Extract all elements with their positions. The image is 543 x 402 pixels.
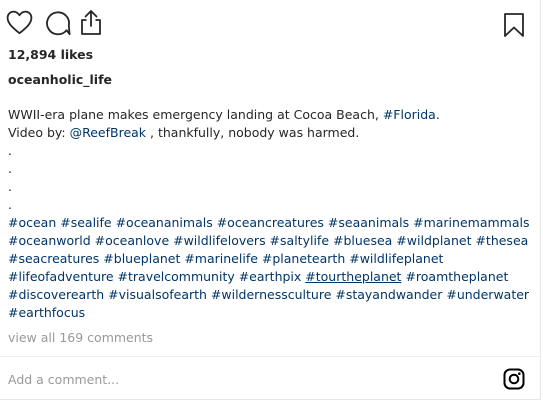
hashtag-line[interactable]: #ocean #sealife #oceananimals #oceancrea… — [8, 214, 533, 232]
instagram-icon[interactable] — [503, 368, 525, 390]
hashtag-link-hovered[interactable]: #tourtheplanet — [305, 269, 401, 284]
comment-icon[interactable] — [45, 10, 71, 36]
share-icon[interactable] — [80, 9, 102, 36]
post-panel: 12,894 likes oceanholic_life WWII-era pl… — [0, 0, 541, 400]
hashtag-line[interactable]: #discoverearth #visualsofearth #wilderne… — [8, 286, 533, 304]
post-username[interactable]: oceanholic_life — [8, 72, 112, 87]
caption-dot: . — [8, 143, 12, 158]
hashtag-group[interactable]: #roamtheplanet — [401, 269, 508, 284]
caption-text: Video by: — [8, 125, 70, 140]
likes-count[interactable]: 12,894 likes — [8, 47, 93, 62]
caption-dot: . — [8, 197, 12, 212]
hashtag-line[interactable]: #earthfocus — [8, 304, 533, 322]
hashtag-line[interactable]: #oceanworld #oceanlove #wildlifelovers #… — [8, 232, 533, 250]
view-all-comments-link[interactable]: view all 169 comments — [8, 330, 153, 345]
add-comment-input[interactable] — [8, 369, 488, 389]
caption-line: Video by: @ReefBreak , thankfully, nobod… — [8, 124, 533, 142]
caption-text: , thankfully, nobody was harmed. — [146, 125, 360, 140]
caption-line: WWII-era plane makes emergency landing a… — [8, 106, 533, 124]
caption-text: WWII-era plane makes emergency landing a… — [8, 107, 383, 122]
caption-dot: . — [8, 179, 12, 194]
hashtag-link[interactable]: #Florida — [383, 107, 436, 122]
caption-dot: . — [8, 161, 12, 176]
divider — [0, 356, 541, 357]
mention-link[interactable]: @ReefBreak — [70, 125, 146, 140]
hashtag-line[interactable]: #seacreatures #blueplanet #marinelife #p… — [8, 250, 533, 268]
action-bar — [0, 6, 541, 42]
post-caption: WWII-era plane makes emergency landing a… — [8, 106, 533, 322]
heart-icon[interactable] — [6, 10, 33, 35]
hashtag-group[interactable]: #lifeofadventure #travelcommunity #earth… — [8, 269, 305, 284]
bookmark-icon[interactable] — [503, 12, 525, 38]
hashtag-line: #lifeofadventure #travelcommunity #earth… — [8, 268, 533, 286]
caption-text: . — [435, 107, 440, 122]
